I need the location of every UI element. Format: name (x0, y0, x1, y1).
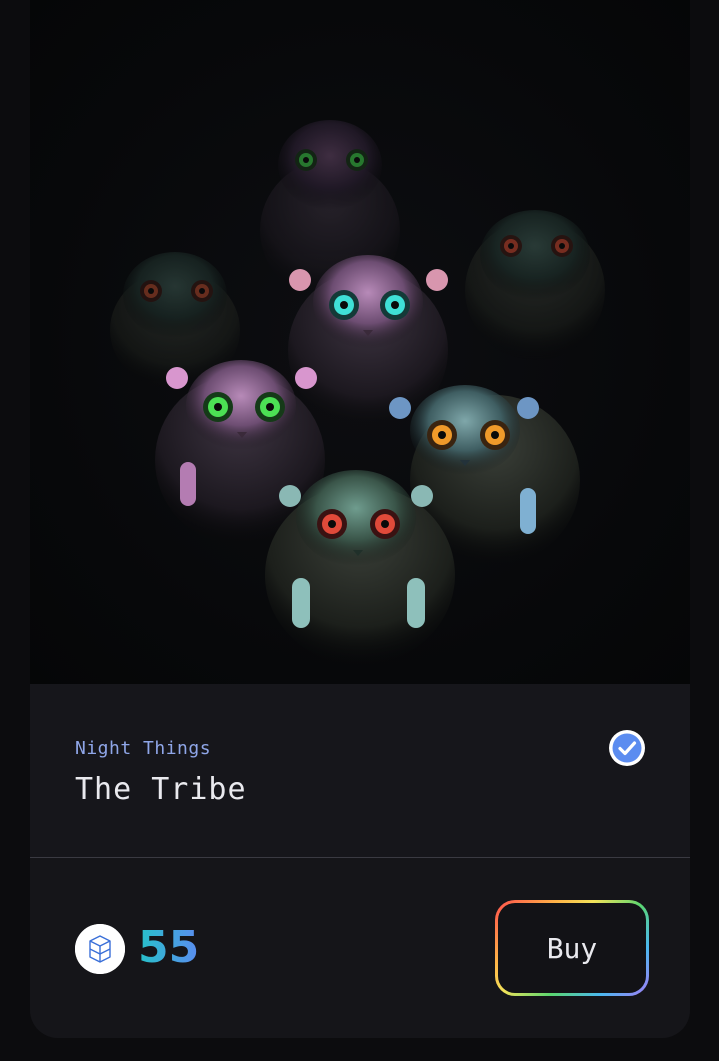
fantom-token-icon (75, 924, 125, 974)
buy-button-label: Buy (498, 903, 646, 993)
nft-title: The Tribe (75, 772, 247, 807)
collection-name[interactable]: Night Things (75, 738, 211, 759)
nft-card[interactable]: Night Things The Tribe 55 Buy (30, 0, 690, 1038)
price-footer: 55 Buy (30, 858, 690, 1038)
nft-info: Night Things The Tribe (30, 684, 690, 857)
verified-check-icon (608, 729, 646, 767)
price-amount: 55 (138, 920, 199, 976)
nft-artwork[interactable] (30, 0, 690, 684)
buy-button[interactable]: Buy (495, 900, 649, 996)
